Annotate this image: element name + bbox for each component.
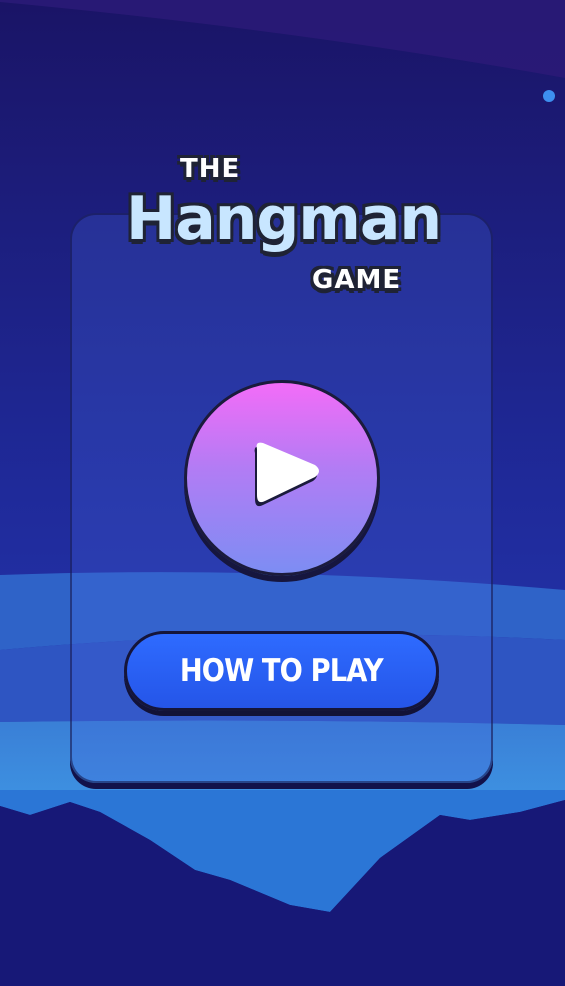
logo-bottom-word: GAME bbox=[312, 265, 402, 295]
logo-title: Hangman bbox=[126, 184, 442, 254]
play-button[interactable] bbox=[184, 380, 380, 576]
logo-top-word: THE bbox=[180, 154, 241, 184]
how-to-play-label: HOW TO PLAY bbox=[180, 653, 384, 689]
game-logo: THE Hangman GAME bbox=[118, 150, 448, 310]
play-icon bbox=[254, 442, 319, 507]
star-dot bbox=[543, 90, 555, 102]
how-to-play-button[interactable]: HOW TO PLAY bbox=[124, 631, 439, 711]
